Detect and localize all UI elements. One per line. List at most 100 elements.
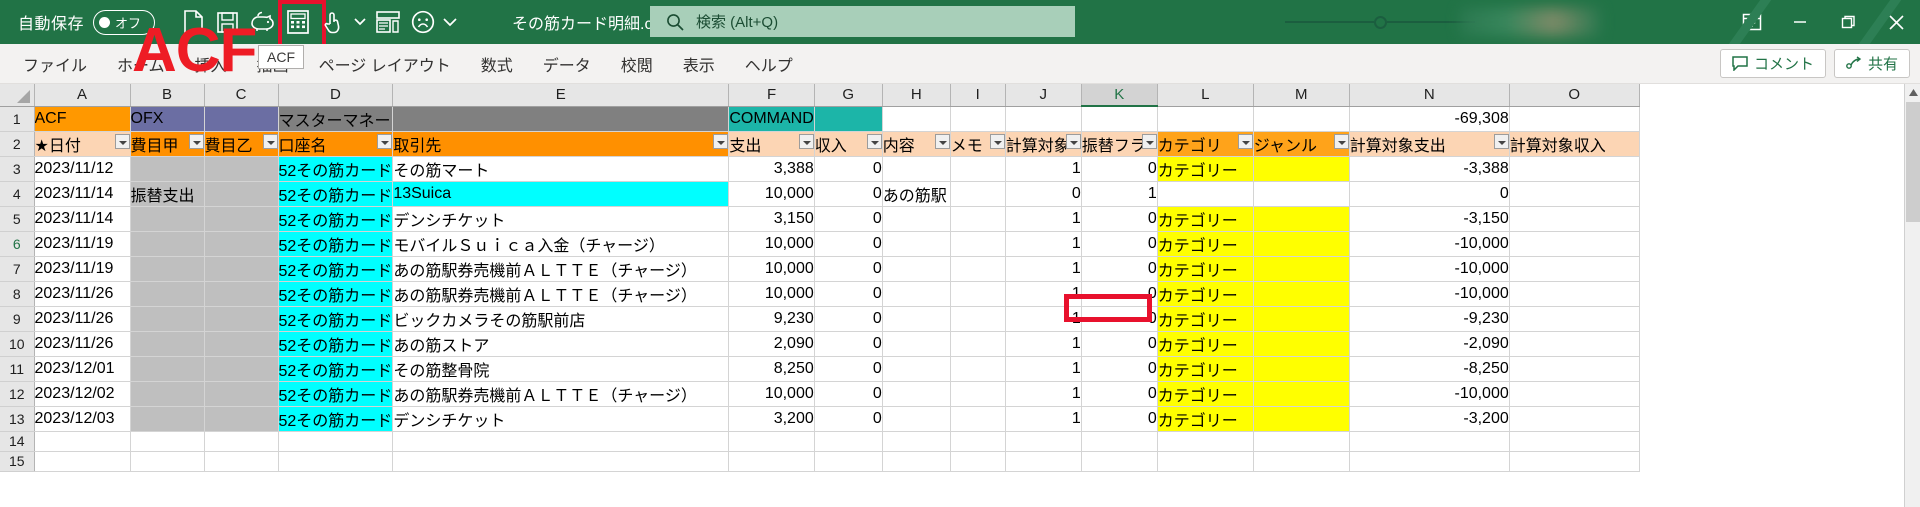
cell-J9[interactable]: 1 [1005,306,1082,332]
cell-F5[interactable]: 3,150 [728,206,815,232]
cell-B1[interactable]: OFX [130,106,205,132]
cell-K6[interactable]: 0 [1081,231,1158,257]
cell-B9[interactable] [130,306,205,332]
cell-F12[interactable]: 10,000 [728,381,815,407]
cell-O11[interactable] [1509,356,1640,382]
cell-L13[interactable]: カテゴリー [1157,406,1254,432]
cell-F8[interactable]: 10,000 [728,281,815,307]
cell-K14[interactable] [1081,431,1158,452]
cell-F4[interactable]: 10,000 [728,181,815,207]
cell-I14[interactable] [950,431,1006,452]
comments-button[interactable]: コメント [1719,49,1826,78]
cell-E4[interactable]: 13Suica [392,181,730,207]
ribbon-display-options-button[interactable] [1728,0,1776,44]
tab-file[interactable]: ファイル [8,47,102,81]
cell-G9[interactable]: 0 [814,306,883,332]
cell-K11[interactable]: 0 [1081,356,1158,382]
filter-dropdown-icon-N[interactable] [1493,133,1509,149]
column-header-M[interactable]: M [1253,84,1350,107]
cell-B4[interactable]: 振替支出 [130,181,205,207]
titlebar-slider[interactable] [1285,14,1475,30]
cell-E8[interactable]: あの筋駅券売機前ＡＬＴＴＥ（チャージ） [392,281,730,307]
cell-K15[interactable] [1081,451,1158,472]
cell-G10[interactable]: 0 [814,331,883,357]
cell-H4[interactable]: あの筋駅 [882,181,951,207]
cell-L9[interactable]: カテゴリー [1157,306,1254,332]
cell-G11[interactable]: 0 [814,356,883,382]
cell-J12[interactable]: 1 [1005,381,1082,407]
cell-J14[interactable] [1005,431,1082,452]
cell-O4[interactable] [1509,181,1640,207]
cell-K7[interactable]: 0 [1081,256,1158,282]
header-cell-account[interactable]: 口座名 [278,131,394,157]
cell-L12[interactable]: カテゴリー [1157,381,1254,407]
cell-D5[interactable]: 52その筋カード [278,206,394,232]
cell-L4[interactable] [1157,181,1254,207]
cell-C9[interactable] [204,306,279,332]
row-header-7[interactable]: 7 [0,256,35,282]
tab-review[interactable]: 校閲 [606,47,668,81]
column-header-C[interactable]: C [204,84,279,107]
cell-F13[interactable]: 3,200 [728,406,815,432]
cell-C10[interactable] [204,331,279,357]
cell-O8[interactable] [1509,281,1640,307]
cell-F9[interactable]: 9,230 [728,306,815,332]
cell-M3[interactable] [1253,156,1350,182]
cell-O7[interactable] [1509,256,1640,282]
cell-D12[interactable]: 52その筋カード [278,381,394,407]
cell-O14[interactable] [1509,431,1640,452]
cell-I12[interactable] [950,381,1006,407]
cell-K9[interactable]: 0 [1081,306,1158,332]
cell-O15[interactable] [1509,451,1640,472]
cell-B12[interactable] [130,381,205,407]
cell-B6[interactable] [130,231,205,257]
cell-M13[interactable] [1253,406,1350,432]
row-header-10[interactable]: 10 [0,331,35,357]
cell-B3[interactable] [130,156,205,182]
cell-C6[interactable] [204,231,279,257]
header-cell-furikae[interactable]: 振替フラ [1081,131,1158,157]
cell-B13[interactable] [130,406,205,432]
cell-C14[interactable] [204,431,279,452]
column-header-D[interactable]: D [278,84,394,107]
cell-N11[interactable]: -8,250 [1349,356,1510,382]
tab-home[interactable]: ホーム [102,47,180,81]
filter-dropdown-icon-L[interactable] [1237,133,1253,149]
cell-O3[interactable] [1509,156,1640,182]
column-header-F[interactable]: F [728,84,815,107]
cell-F6[interactable]: 10,000 [728,231,815,257]
cell-H10[interactable] [882,331,951,357]
restore-button[interactable] [1824,0,1872,44]
vertical-scrollbar[interactable] [1904,84,1920,507]
header-cell-expense[interactable]: 支出 [728,131,815,157]
cell-L15[interactable] [1157,451,1254,472]
cell-D7[interactable]: 52その筋カード [278,256,394,282]
cell-J11[interactable]: 1 [1005,356,1082,382]
header-cell-payee[interactable]: 取引先 [392,131,730,157]
cell-G3[interactable]: 0 [814,156,883,182]
cell-I8[interactable] [950,281,1006,307]
cell-E5[interactable]: デンシチケット [392,206,730,232]
filter-dropdown-icon-J[interactable] [1065,133,1081,149]
cell-I4[interactable] [950,181,1006,207]
cell-J5[interactable]: 1 [1005,206,1082,232]
header-cell-naiyo[interactable]: 内容 [882,131,951,157]
cell-O10[interactable] [1509,331,1640,357]
filter-dropdown-icon-F[interactable] [798,133,814,149]
row-header-8[interactable]: 8 [0,281,35,307]
cell-N4[interactable]: 0 [1349,181,1510,207]
cell-G13[interactable]: 0 [814,406,883,432]
column-header-L[interactable]: L [1157,84,1254,107]
header-cell-calc-expense[interactable]: 計算対象支出 [1349,131,1510,157]
cell-N3[interactable]: -3,388 [1349,156,1510,182]
cell-E11[interactable]: その筋整骨院 [392,356,730,382]
cell-D4[interactable]: 52その筋カード [278,181,394,207]
cell-M7[interactable] [1253,256,1350,282]
cell-I3[interactable] [950,156,1006,182]
share-button[interactable]: 共有 [1833,49,1910,78]
filter-dropdown-icon-D[interactable] [377,133,392,149]
user-account-blurred[interactable] [1460,8,1600,36]
cell-B10[interactable] [130,331,205,357]
cell-A13[interactable]: 2023/12/03 [34,406,131,432]
cell-B7[interactable] [130,256,205,282]
